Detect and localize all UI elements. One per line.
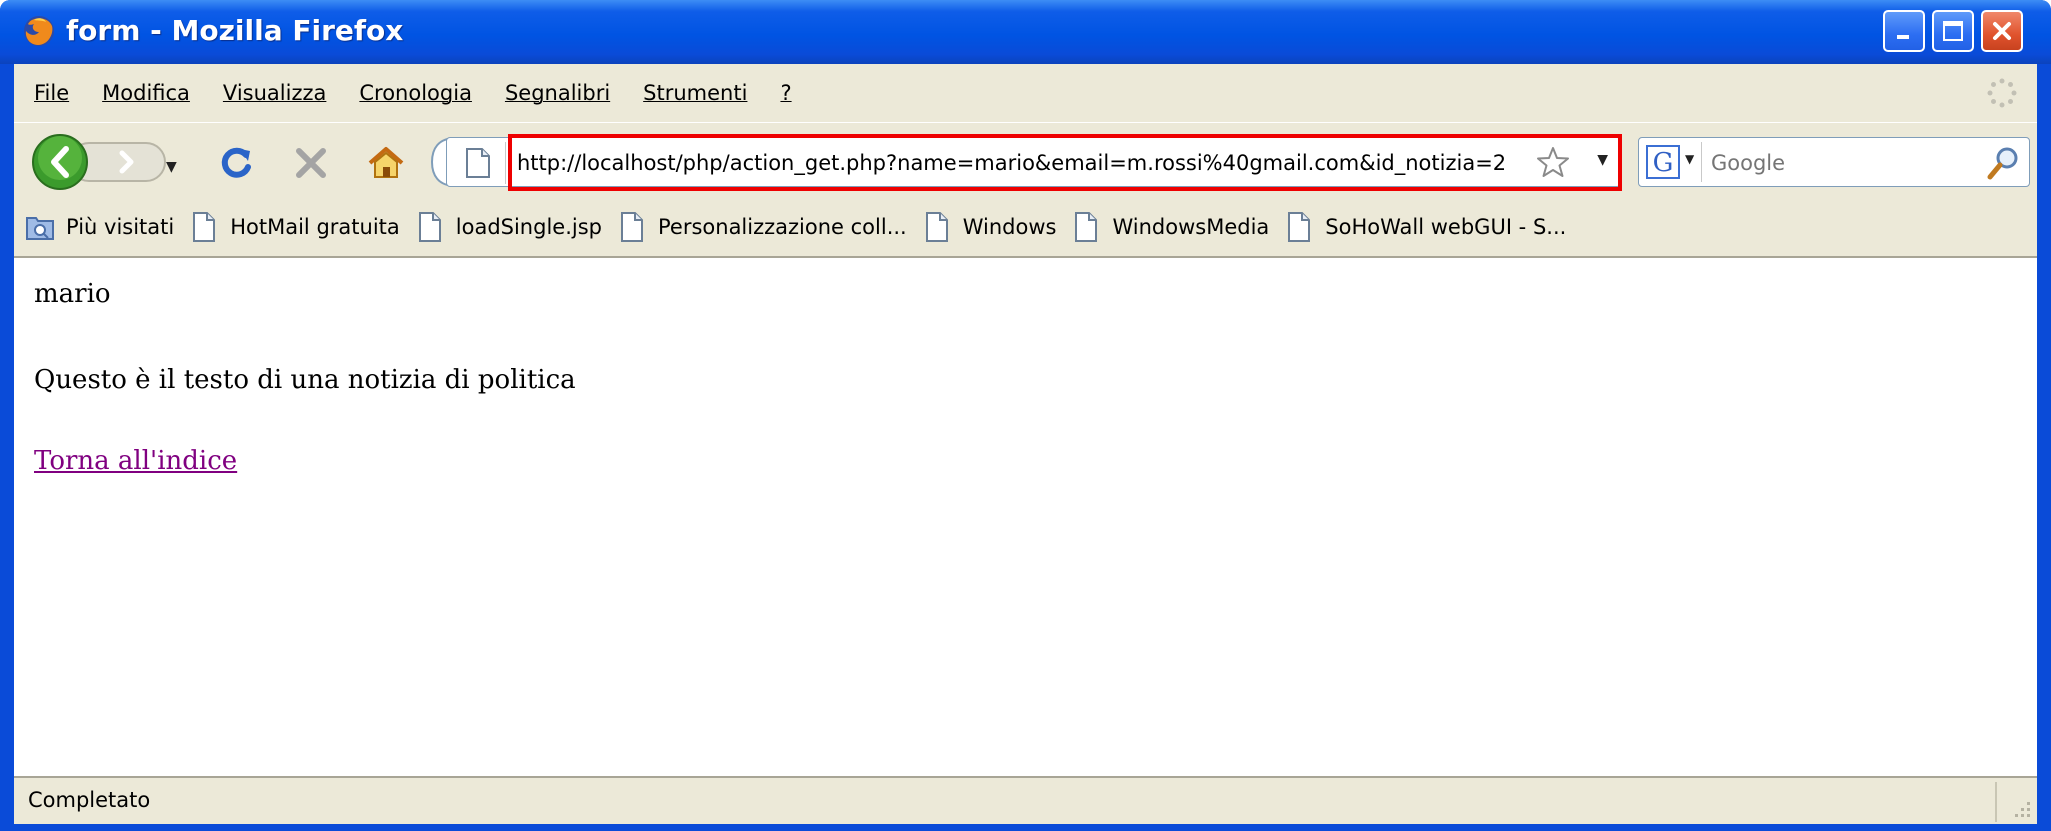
- url-dropdown-icon[interactable]: ▼: [1597, 152, 1608, 168]
- bookmark-label: Personalizzazione coll...: [658, 215, 907, 239]
- url-input[interactable]: [517, 148, 1517, 178]
- content-news-text: Questo è il testo di una notizia di poli…: [34, 365, 576, 395]
- content-name: mario: [34, 279, 111, 309]
- resize-grip-icon[interactable]: [2009, 796, 2033, 820]
- menu-strumenti[interactable]: Strumenti: [643, 81, 747, 105]
- page-icon: [193, 212, 216, 242]
- page-icon: [418, 212, 441, 242]
- bookmark-hotmail[interactable]: HotMail gratuita: [192, 212, 400, 242]
- menu-segnalibri[interactable]: Segnalibri: [505, 81, 610, 105]
- menu-visualizza[interactable]: Visualizza: [223, 81, 326, 105]
- bookmark-label: HotMail gratuita: [230, 215, 400, 239]
- bookmark-label: Windows: [962, 215, 1057, 239]
- star-icon[interactable]: [1536, 146, 1570, 178]
- url-bar[interactable]: ▼: [446, 137, 1621, 187]
- status-bar: Completato: [14, 776, 2037, 824]
- bookmark-sohowall[interactable]: SoHoWall webGUI - S...: [1287, 212, 1566, 242]
- google-engine-icon[interactable]: G: [1645, 144, 1681, 180]
- search-box[interactable]: G ▼: [1638, 137, 2030, 187]
- search-input[interactable]: [1711, 148, 1971, 178]
- bookmarks-toolbar: Più visitati HotMail gratuita loadSingle…: [14, 198, 2037, 258]
- menu-bar: File Modifica Visualizza Cronologia Segn…: [14, 64, 2037, 122]
- maximize-icon: [1943, 21, 1963, 41]
- title-bar[interactable]: form - Mozilla Firefox: [0, 0, 2051, 64]
- search-separator: [1701, 142, 1702, 182]
- browser-client-area: File Modifica Visualizza Cronologia Segn…: [14, 64, 2037, 824]
- bookmark-label: WindowsMedia: [1112, 215, 1270, 239]
- minimize-icon: [1897, 35, 1909, 39]
- search-icon[interactable]: [1985, 144, 2021, 182]
- menu-file[interactable]: File: [34, 81, 69, 105]
- menu-help[interactable]: ?: [780, 81, 791, 105]
- reload-icon[interactable]: [216, 143, 256, 183]
- svg-text:G: G: [1653, 148, 1674, 178]
- throbber-icon: [1987, 78, 2017, 108]
- bookmark-windowsmedia[interactable]: WindowsMedia: [1074, 212, 1269, 242]
- page-icon: [621, 212, 643, 242]
- minimize-button[interactable]: [1883, 10, 1925, 52]
- history-dropdown-icon[interactable]: ▼: [166, 159, 177, 175]
- menu-cronologia[interactable]: Cronologia: [359, 81, 472, 105]
- back-to-index-link[interactable]: Torna all'indice: [34, 446, 237, 476]
- smart-folder-icon: [26, 217, 54, 240]
- close-icon: [1993, 22, 2011, 40]
- bookmark-loadsingle[interactable]: loadSingle.jsp: [418, 212, 602, 242]
- bookmark-windows[interactable]: Windows: [925, 212, 1057, 242]
- bookmark-label: loadSingle.jsp: [455, 215, 602, 239]
- bookmark-label: SoHoWall webGUI - S...: [1325, 215, 1567, 239]
- page-icon: [925, 212, 948, 242]
- bookmark-piu-visitati[interactable]: Più visitati: [26, 214, 174, 240]
- bookmark-label: Più visitati: [66, 215, 175, 239]
- maximize-button[interactable]: [1932, 10, 1974, 52]
- stop-icon[interactable]: [291, 143, 331, 183]
- back-forward-buttons: [32, 134, 166, 190]
- window-title: form - Mozilla Firefox: [66, 14, 404, 47]
- bookmark-personalizzazione[interactable]: Personalizzazione coll...: [620, 212, 907, 242]
- page-content: mario Questo è il testo di una notizia d…: [14, 258, 2037, 780]
- url-separator: [505, 142, 506, 184]
- status-text: Completato: [28, 788, 151, 812]
- firefox-icon: [24, 16, 54, 46]
- home-icon[interactable]: [366, 143, 406, 183]
- browser-window: form - Mozilla Firefox File Modifica Vis…: [0, 0, 2051, 831]
- search-engine-dropdown-icon[interactable]: ▼: [1685, 152, 1694, 166]
- close-button[interactable]: [1981, 10, 2023, 52]
- page-icon: [1075, 212, 1098, 242]
- navigation-toolbar: ▼ http://localhost/php/action_get.php?na…: [14, 122, 2037, 198]
- menu-modifica[interactable]: Modifica: [102, 81, 190, 105]
- page-icon: [1288, 212, 1311, 242]
- status-panel-divider: [1995, 782, 1997, 822]
- page-icon: [466, 148, 490, 178]
